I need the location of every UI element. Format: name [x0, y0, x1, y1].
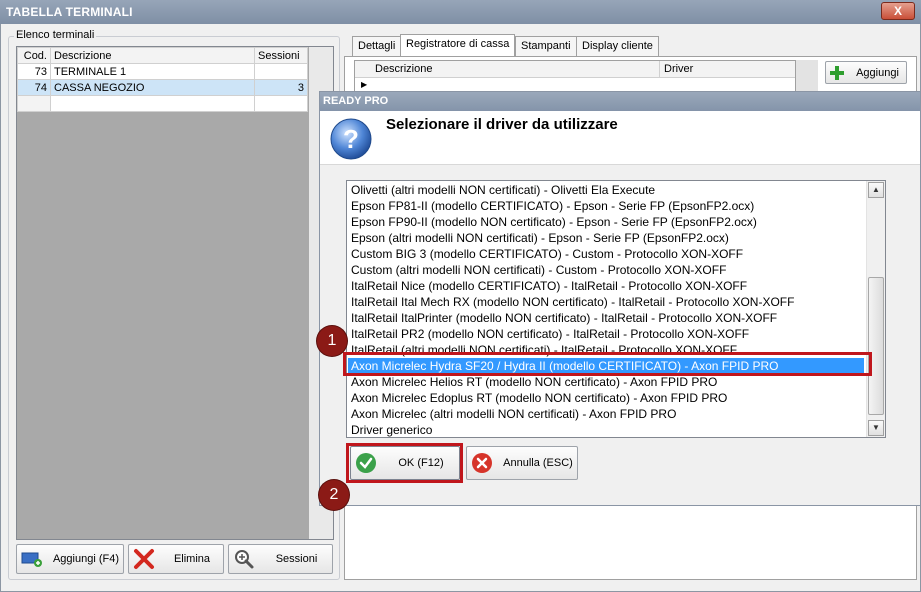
magnifier-icon — [233, 548, 255, 570]
row-descrizione: TERMINALE 1 — [50, 63, 255, 80]
driver-list-scrollbar[interactable]: ▲ ▼ — [866, 181, 885, 437]
row-pointer-icon: ▶ — [361, 80, 368, 89]
dialog-header: ? Selezionare il driver da utilizzare — [320, 111, 920, 165]
delete-x-icon — [133, 548, 155, 570]
terminal-grid[interactable]: Cod. Descrizione Sessioni 73 TERMINALE 1… — [16, 46, 334, 540]
column-divider — [659, 61, 660, 78]
col-sessioni[interactable]: Sessioni — [254, 47, 308, 64]
list-item[interactable]: ItalRetail ItalPrinter (modello NON cert… — [351, 310, 777, 326]
cash-register-scrollbar[interactable] — [796, 60, 818, 92]
selection-highlight-frame — [343, 352, 872, 376]
scroll-thumb[interactable] — [868, 277, 884, 415]
list-item[interactable]: Axon Micrelec (altri modelli NON certifi… — [351, 406, 676, 422]
delete-terminal-label: Elimina — [173, 553, 211, 565]
scroll-down-icon[interactable]: ▼ — [868, 420, 884, 436]
add-terminal-button[interactable]: Aggiungi (F4) — [16, 544, 124, 574]
step-marker-2: 2 — [319, 480, 349, 510]
cancel-x-icon — [471, 452, 493, 474]
window-titlebar: TABELLA TERMINALI — [0, 0, 921, 24]
sessions-label: Sessioni — [275, 553, 318, 565]
question-icon: ? — [329, 117, 373, 161]
dialog-titlebar: READY PRO — [320, 92, 920, 111]
scroll-up-icon[interactable]: ▲ — [868, 182, 884, 198]
dialog-title: READY PRO — [323, 95, 389, 107]
terminal-table: Cod. Descrizione Sessioni 73 TERMINALE 1… — [17, 47, 308, 112]
cancel-button[interactable]: Annulla (ESC) — [466, 446, 578, 480]
add-register-label: Aggiungi — [856, 66, 899, 79]
list-item[interactable]: Epson (altri modelli NON certificati) - … — [351, 230, 729, 246]
terminal-table-header: Cod. Descrizione Sessioni — [17, 47, 308, 64]
row-descrizione — [50, 95, 255, 112]
row-sessioni: 3 — [254, 79, 308, 96]
add-terminal-label: Aggiungi (F4) — [52, 553, 120, 565]
dialog-question: Selezionare il driver da utilizzare — [386, 116, 618, 133]
col-cod[interactable]: Cod. — [17, 47, 51, 64]
table-row[interactable]: 74 CASSA NEGOZIO 3 — [17, 79, 308, 96]
list-item[interactable]: ItalRetail Ital Mech RX (modello NON cer… — [351, 294, 794, 310]
list-item[interactable]: Driver generico — [351, 422, 432, 438]
cash-register-grid[interactable]: Descrizione Driver ▶ — [354, 60, 796, 92]
delete-terminal-button[interactable]: Elimina — [128, 544, 224, 574]
list-item[interactable]: Custom (altri modelli NON certificati) -… — [351, 262, 726, 278]
driver-listbox[interactable]: Olivetti (altri modelli NON certificati)… — [346, 180, 886, 438]
step-marker-1: 1 — [317, 326, 347, 356]
plus-icon — [829, 65, 845, 81]
list-item[interactable]: ItalRetail Nice (modello CERTIFICATO) - … — [351, 278, 747, 294]
tab-dettagli[interactable]: Dettagli — [352, 36, 402, 56]
row-sessioni — [254, 95, 308, 112]
row-descrizione: CASSA NEGOZIO — [50, 79, 255, 96]
list-item[interactable]: ItalRetail PR2 (modello NON certificato)… — [351, 326, 749, 342]
list-item[interactable]: Axon Micrelec Edoplus RT (modello NON ce… — [351, 390, 727, 406]
add-register-button[interactable]: Aggiungi — [825, 61, 907, 84]
tab-display-cliente[interactable]: Display cliente — [576, 36, 659, 56]
cash-register-header: Descrizione Driver — [355, 61, 795, 78]
row-cod — [17, 95, 51, 112]
list-item[interactable]: Custom BIG 3 (modello CERTIFICATO) - Cus… — [351, 246, 743, 262]
tab-stampanti[interactable]: Stampanti — [515, 36, 577, 56]
window-title: TABELLA TERMINALI — [6, 5, 133, 19]
col-driver[interactable]: Driver — [664, 63, 693, 75]
add-monitor-icon — [21, 548, 43, 570]
close-icon: X — [893, 4, 902, 18]
row-cod: 74 — [17, 79, 51, 96]
terminal-list-legend: Elenco terminali — [14, 29, 97, 41]
col-descrizione[interactable]: Descrizione — [50, 47, 255, 64]
list-item[interactable]: Epson FP81-II (modello CERTIFICATO) - Ep… — [351, 198, 754, 214]
table-row[interactable]: 73 TERMINALE 1 — [17, 63, 308, 80]
table-row-new[interactable] — [17, 95, 308, 112]
row-sessioni — [254, 63, 308, 80]
close-button[interactable]: X — [881, 2, 915, 20]
list-item[interactable]: Axon Micrelec Helios RT (modello NON cer… — [351, 374, 717, 390]
sessions-button[interactable]: Sessioni — [228, 544, 333, 574]
list-item[interactable]: Olivetti (altri modelli NON certificati)… — [351, 182, 655, 198]
col-descrizione[interactable]: Descrizione — [375, 63, 432, 75]
row-cod: 73 — [17, 63, 51, 80]
ok-highlight-frame — [346, 443, 463, 483]
list-item[interactable]: Epson FP90-II (modello NON certificato) … — [351, 214, 757, 230]
tab-registratore-di-cassa[interactable]: Registratore di cassa — [400, 34, 516, 56]
cancel-label: Annulla (ESC) — [503, 457, 573, 469]
svg-text:?: ? — [343, 124, 359, 154]
